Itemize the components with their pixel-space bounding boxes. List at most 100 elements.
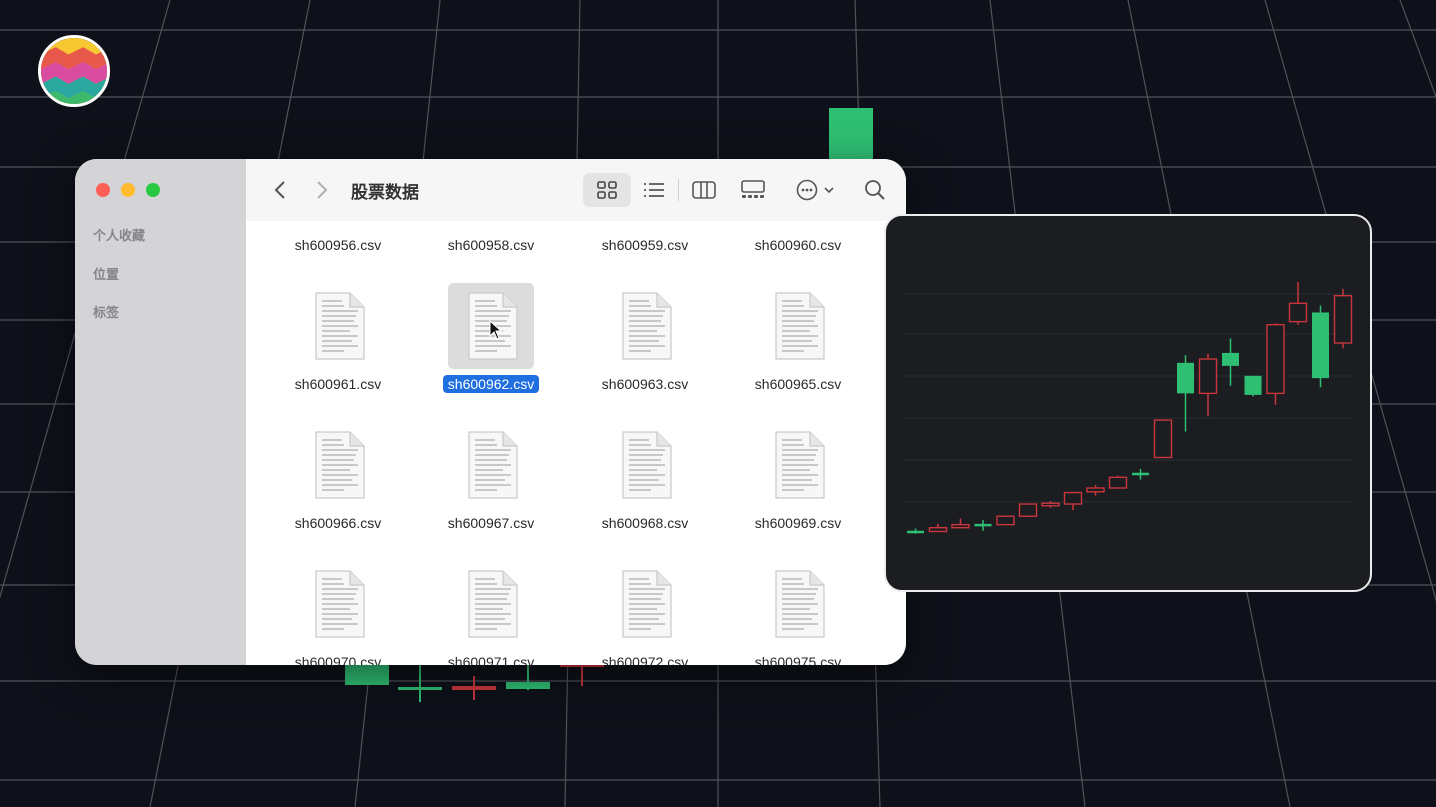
file-icon-wrap[interactable]	[755, 422, 841, 508]
csv-file-icon	[775, 570, 825, 638]
file-icon-wrap[interactable]	[755, 221, 841, 230]
candle-body	[907, 530, 924, 534]
csv-file-icon	[468, 431, 518, 499]
file-name[interactable]: sh600961.csv	[290, 375, 386, 393]
sidebar-section-favorites[interactable]: 个人收藏	[93, 225, 145, 244]
window-title: 股票数据	[351, 183, 419, 202]
close-window-button[interactable]	[96, 183, 110, 197]
file-name[interactable]: sh600962.csv	[442, 375, 540, 393]
file-item[interactable]: sh600962.csv	[426, 283, 556, 394]
file-name[interactable]: sh600963.csv	[597, 375, 693, 393]
candle-body	[1018, 503, 1038, 517]
csv-file-icon	[468, 570, 518, 638]
csv-file-icon	[621, 221, 673, 222]
gallery-view-icon[interactable]	[740, 179, 766, 201]
file-icon-wrap[interactable]	[295, 283, 381, 369]
file-name[interactable]: sh600967.csv	[443, 514, 539, 532]
file-name[interactable]: sh600969.csv	[750, 514, 846, 532]
file-item[interactable]: sh600972.csv	[580, 561, 710, 665]
file-item[interactable]: sh600975.csv	[733, 561, 863, 665]
minimize-window-button[interactable]	[121, 183, 135, 197]
candlestick-chart-panel	[884, 214, 1372, 592]
file-item[interactable]: sh600961.csv	[273, 283, 403, 394]
file-item[interactable]: sh600969.csv	[733, 422, 863, 533]
candle-body	[1288, 302, 1308, 323]
file-name[interactable]: sh600958.csv	[443, 236, 539, 254]
csv-file-icon	[775, 431, 825, 499]
candle-body	[1132, 472, 1149, 476]
mouse-cursor-icon	[489, 320, 503, 340]
file-item[interactable]: sh600963.csv	[580, 283, 710, 394]
candle-body	[1312, 312, 1329, 379]
file-icon-wrap[interactable]	[448, 422, 534, 508]
candle-body	[1198, 358, 1218, 395]
forward-arrow-icon[interactable]	[310, 177, 334, 203]
back-arrow-icon[interactable]	[268, 177, 292, 203]
file-icon-wrap[interactable]	[295, 561, 381, 647]
file-item[interactable]: sh600956.csv	[273, 221, 403, 255]
file-icon-wrap[interactable]	[602, 221, 688, 230]
file-item[interactable]: sh600958.csv	[426, 221, 556, 255]
sidebar-section-locations[interactable]: 位置	[93, 264, 119, 283]
file-name[interactable]: sh600971.csv	[443, 653, 539, 665]
csv-file-icon	[315, 570, 365, 638]
file-name[interactable]: sh600975.csv	[750, 653, 846, 665]
csv-file-icon	[774, 221, 826, 222]
list-view-icon[interactable]	[642, 179, 666, 201]
file-name[interactable]: sh600956.csv	[290, 236, 386, 254]
file-item[interactable]: sh600965.csv	[733, 283, 863, 394]
file-item[interactable]: sh600968.csv	[580, 422, 710, 533]
csv-file-icon	[622, 570, 672, 638]
candle-body	[1177, 362, 1194, 394]
app-logo-icon	[38, 35, 110, 107]
file-name[interactable]: sh600965.csv	[750, 375, 846, 393]
toolbar: 股票数据	[246, 159, 906, 222]
file-icon-wrap[interactable]	[602, 422, 688, 508]
file-item[interactable]: sh600971.csv	[426, 561, 556, 665]
csv-file-icon	[314, 221, 366, 222]
file-icon-wrap[interactable]	[602, 283, 688, 369]
candle-body	[996, 515, 1015, 526]
candle-body	[1041, 502, 1060, 507]
candle-body	[1333, 294, 1353, 344]
candle-body	[974, 523, 992, 527]
candle-body	[1153, 419, 1173, 459]
toolbar-divider	[678, 179, 679, 201]
icon-view-button[interactable]	[583, 173, 631, 207]
file-name[interactable]: sh600972.csv	[597, 653, 693, 665]
file-icon-wrap[interactable]	[602, 561, 688, 647]
candle-body	[1266, 323, 1285, 395]
file-item[interactable]: sh600960.csv	[733, 221, 863, 255]
file-name[interactable]: sh600960.csv	[750, 236, 846, 254]
file-grid: sh600956.csv sh600958.csv sh600959.csv s…	[246, 221, 906, 665]
sidebar-section-tags[interactable]: 标签	[93, 302, 119, 321]
csv-file-icon	[315, 292, 365, 360]
column-view-icon[interactable]	[691, 179, 717, 201]
candle-body	[951, 523, 970, 529]
file-name[interactable]: sh600968.csv	[597, 514, 693, 532]
file-item[interactable]: sh600970.csv	[273, 561, 403, 665]
candlestick-chart	[904, 281, 1353, 534]
file-icon-wrap[interactable]	[448, 283, 534, 369]
file-icon-wrap[interactable]	[755, 561, 841, 647]
csv-file-icon	[622, 431, 672, 499]
file-name[interactable]: sh600959.csv	[597, 236, 693, 254]
candle-body	[1222, 352, 1239, 366]
file-icon-wrap[interactable]	[295, 422, 381, 508]
file-name[interactable]: sh600966.csv	[290, 514, 386, 532]
file-icon-wrap[interactable]	[448, 221, 534, 230]
more-options-icon[interactable]	[795, 177, 839, 203]
file-icon-wrap[interactable]	[295, 221, 381, 230]
zoom-window-button[interactable]	[146, 183, 160, 197]
file-name[interactable]: sh600970.csv	[290, 653, 386, 665]
file-item[interactable]: sh600959.csv	[580, 221, 710, 255]
candle-body	[1086, 487, 1105, 493]
file-item[interactable]: sh600967.csv	[426, 422, 556, 533]
candle-body	[928, 526, 948, 533]
csv-file-icon	[622, 292, 672, 360]
file-icon-wrap[interactable]	[755, 283, 841, 369]
file-icon-wrap[interactable]	[448, 561, 534, 647]
icon-view-icon	[597, 181, 617, 199]
file-item[interactable]: sh600966.csv	[273, 422, 403, 533]
search-icon[interactable]	[863, 178, 887, 202]
